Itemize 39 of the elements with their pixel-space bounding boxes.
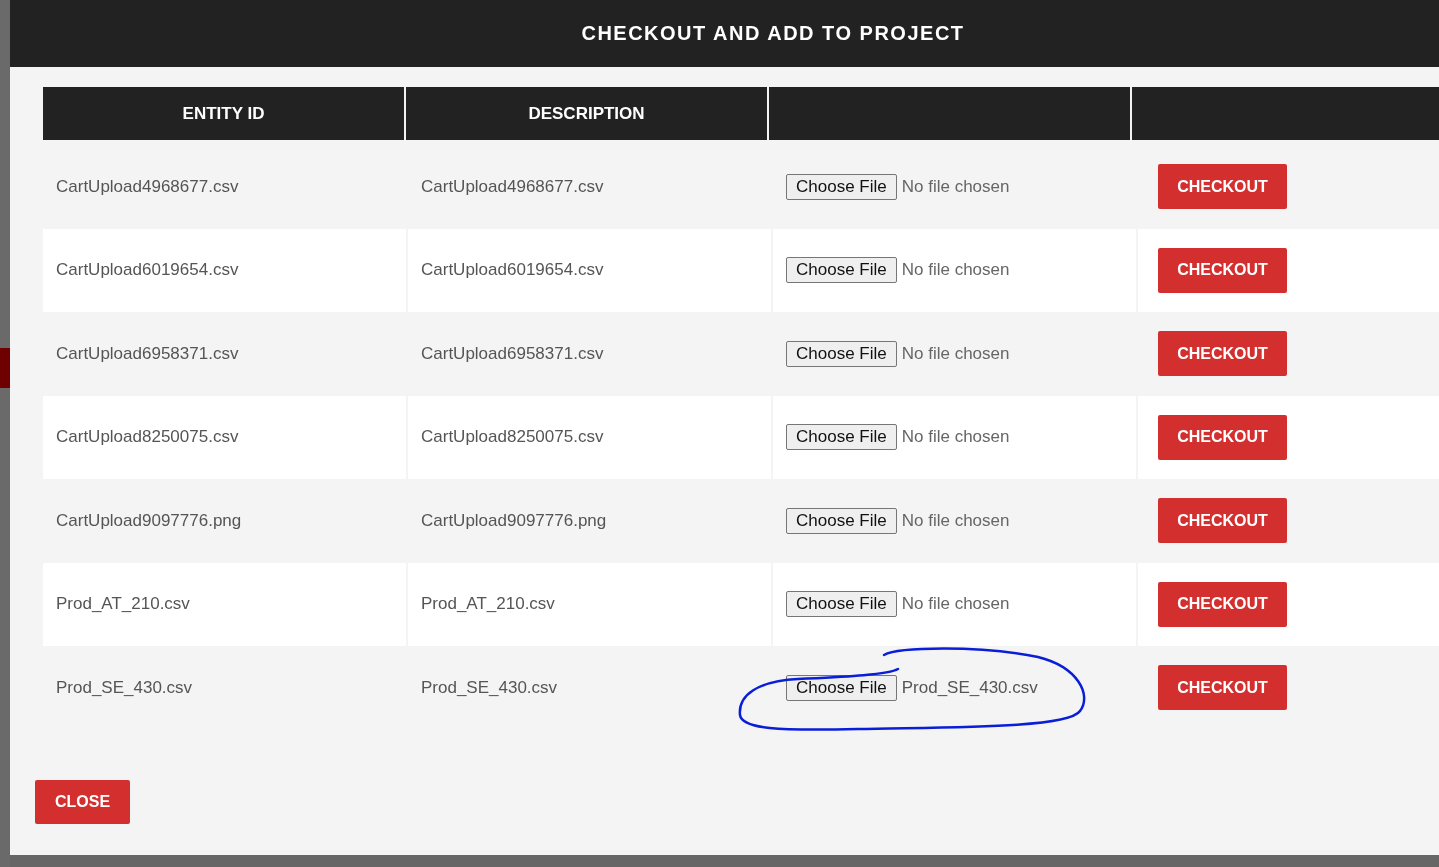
table-cell-text: CartUpload4968677.csv [55, 175, 240, 198]
choose-file-button[interactable]: Choose File [786, 591, 897, 618]
file-status-text: No file chosen [901, 427, 1010, 448]
choose-file-button[interactable]: Choose File [786, 424, 897, 451]
file-status-text: Prod_SE_430.csv [901, 677, 1038, 698]
table-cell: CartUpload8250075.csv [408, 395, 771, 479]
table-cell-text: CartUpload6958371.csv [55, 342, 240, 365]
checkout-button[interactable]: CHECKOUT [1158, 581, 1287, 627]
file-status-text: No file chosen [901, 594, 1010, 615]
table-cell: CartUpload6019654.csv [43, 228, 406, 312]
table-cell-text: CartUpload9097776.png [55, 509, 243, 532]
checkout-button[interactable]: CHECKOUT [1158, 331, 1287, 377]
choose-file-button[interactable]: Choose File [786, 507, 897, 534]
file-status-text: No file chosen [901, 510, 1010, 531]
checkout-button[interactable]: CHECKOUT [1158, 498, 1287, 544]
table-cell: CartUpload6019654.csv [408, 228, 771, 312]
modal-title: CHECKOUT AND ADD TO PROJECT [581, 22, 965, 45]
table-cell-text: CartUpload6958371.csv [420, 342, 605, 365]
file-status-text: No file chosen [901, 176, 1010, 197]
column-header: DESCRIPTION [406, 87, 767, 140]
table-cell: CartUpload8250075.csv [43, 395, 406, 479]
checkout-button[interactable]: CHECKOUT [1158, 164, 1287, 210]
table-cell-text: CartUpload9097776.png [420, 509, 608, 532]
file-status-text: No file chosen [901, 343, 1010, 364]
table-cell-text: Prod_SE_430.csv [55, 676, 194, 699]
close-button[interactable]: CLOSE [35, 780, 130, 824]
choose-file-button[interactable]: Choose File [786, 173, 897, 200]
table-cell: Prod_AT_210.csv [408, 562, 771, 646]
file-status-text: No file chosen [901, 260, 1010, 281]
checkout-button[interactable]: CHECKOUT [1158, 665, 1287, 711]
choose-file-button[interactable]: Choose File [786, 340, 897, 367]
choose-file-button[interactable]: Choose File [786, 257, 897, 284]
checkout-button[interactable]: CHECKOUT [1158, 414, 1287, 460]
table-cell-text: CartUpload4968677.csv [420, 175, 605, 198]
choose-file-button[interactable]: Choose File [786, 674, 897, 701]
checkout-button[interactable]: CHECKOUT [1158, 247, 1287, 293]
table-cell-text: Prod_SE_430.csv [420, 676, 559, 699]
table-cell: Prod_AT_210.csv [43, 562, 406, 646]
column-header: ENTITY ID [43, 87, 404, 140]
